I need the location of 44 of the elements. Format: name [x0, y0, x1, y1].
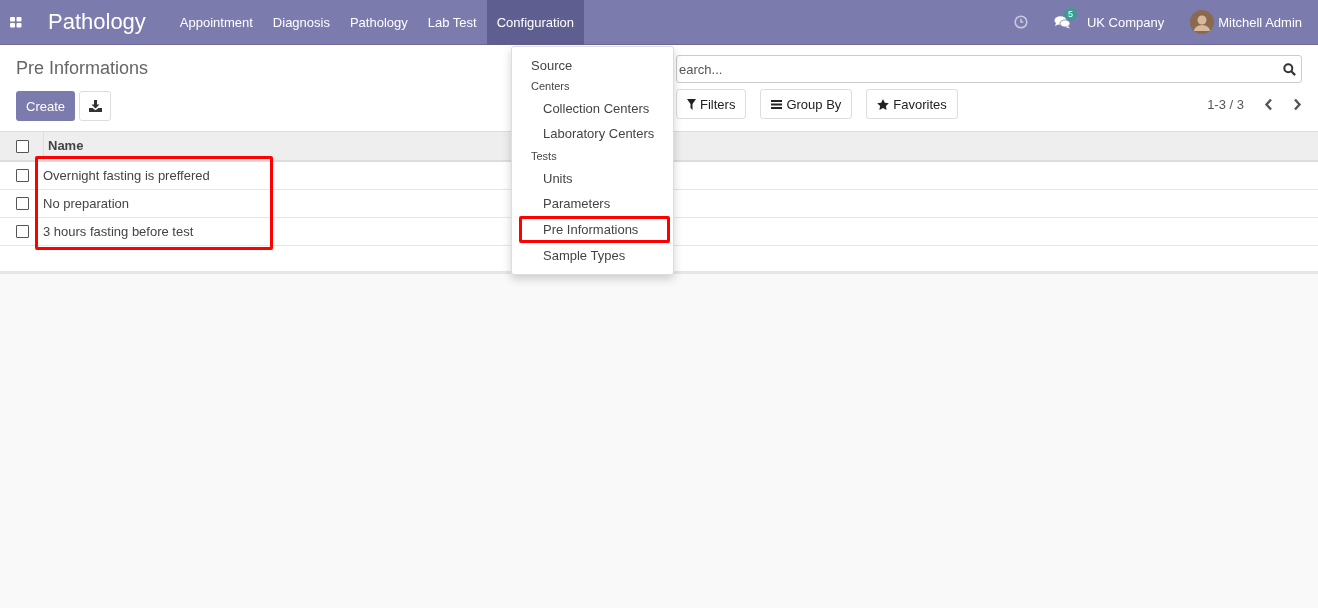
search-option-button[interactable]: Group By: [760, 89, 853, 119]
navbar-menu[interactable]: Configuration: [486, 0, 585, 45]
navbar-menu[interactable]: Diagnosis: [262, 0, 340, 45]
list-icon: [771, 99, 783, 109]
breadcrumb-title: Pre Informations: [16, 58, 149, 79]
table-cell: 3 hours fasting before test: [43, 224, 194, 239]
row-checkbox[interactable]: [16, 225, 29, 238]
menu-section-header: Tests: [530, 149, 558, 164]
search-field[interactable]: earch...: [676, 55, 1302, 83]
previous-icon[interactable]: [1264, 97, 1273, 111]
column-header[interactable]: Name: [43, 132, 84, 160]
apps-grid-icon[interactable]: [10, 16, 22, 28]
user-name[interactable]: Mitchell Admin: [1218, 14, 1302, 30]
next-icon[interactable]: [1293, 97, 1302, 111]
funnel-icon: [687, 98, 696, 110]
dropdown-item[interactable]: Source: [512, 55, 673, 76]
search-icon[interactable]: [1283, 63, 1296, 76]
message-count-badge: 5: [1063, 8, 1077, 20]
navbar-menu[interactable]: Appointment: [169, 0, 263, 45]
dropdown-item[interactable]: Laboratory Centers: [512, 121, 673, 146]
row-checkbox[interactable]: [16, 169, 29, 182]
star-icon: [877, 98, 890, 110]
select-all-checkbox[interactable]: [16, 139, 29, 153]
dropdown-item[interactable]: Sample Types: [512, 243, 673, 268]
search-option-button[interactable]: Favorites: [866, 89, 958, 119]
download-button[interactable]: [79, 91, 112, 121]
search-option-button[interactable]: Filters: [676, 89, 747, 119]
create-button[interactable]: Create: [16, 91, 76, 121]
download-icon: [88, 100, 102, 112]
row-checkbox[interactable]: [16, 197, 29, 210]
pager-count: 1-3 / 3: [1207, 96, 1244, 112]
app-title: Pathology: [47, 9, 147, 35]
table-cell: Overnight fasting is preffered: [43, 168, 210, 183]
navbar-menu[interactable]: Lab Test: [417, 0, 487, 45]
avatar-icon[interactable]: [1190, 10, 1215, 34]
dropdown-item[interactable]: Units: [512, 166, 673, 191]
dropdown-item[interactable]: Parameters: [512, 191, 673, 216]
dropdown-item[interactable]: Pre Informations: [519, 216, 670, 243]
company-switcher[interactable]: UK Company: [1086, 14, 1165, 30]
table-cell: No preparation: [43, 196, 129, 211]
dropdown-item[interactable]: Collection Centers: [512, 96, 673, 121]
chat-icon[interactable]: [1053, 15, 1071, 29]
menu-section-header: Centers: [530, 79, 571, 94]
navbar-menu[interactable]: Pathology: [339, 0, 418, 45]
